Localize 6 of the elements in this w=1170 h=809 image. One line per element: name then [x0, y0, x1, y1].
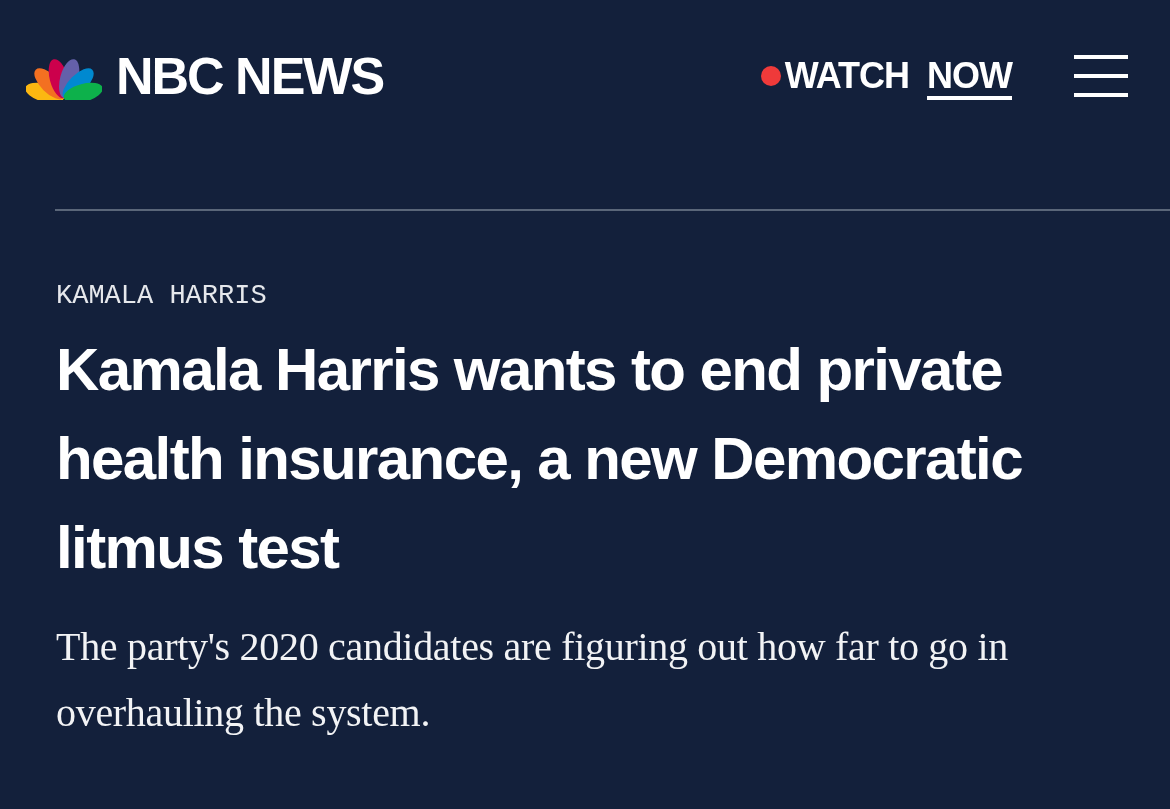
- watch-now-link[interactable]: WATCH NOW: [760, 55, 1012, 97]
- headline: Kamala Harris wants to end private health insurance, a new Democratic litmus test: [56, 335, 1023, 583]
- article-summary: The party's 2020 candidates are figuring out how far to go in overhauling the system.: [56, 623, 1009, 737]
- site-logo[interactable]: NBC NEWS: [116, 50, 384, 102]
- category-label[interactable]: KAMALA HARRIS: [56, 281, 1170, 311]
- menu-icon[interactable]: [1074, 55, 1128, 97]
